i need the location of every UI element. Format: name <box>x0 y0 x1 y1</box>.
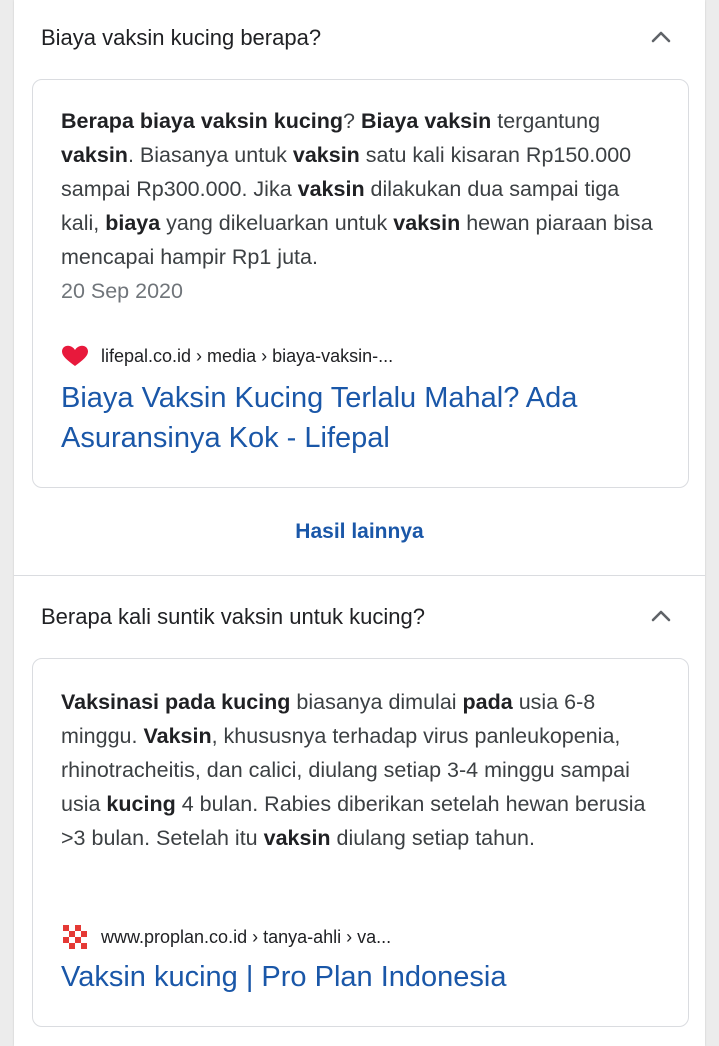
answer-text-run: yang dikeluarkan untuk <box>160 211 394 235</box>
section-divider <box>14 575 705 576</box>
answer-text-run: vaksin <box>61 143 128 167</box>
faq-answer-card-1: Berapa biaya vaksin kucing? Biaya vaksin… <box>32 79 689 488</box>
checkered-logo-icon <box>61 925 89 949</box>
answer-text-run: vaksin <box>292 143 360 167</box>
chevron-up-icon[interactable] <box>650 607 672 623</box>
faq-question-1[interactable]: Biaya vaksin kucing berapa? <box>14 8 705 68</box>
answer-text-run: Vaksin <box>143 724 212 748</box>
faq-question-1-text: Biaya vaksin kucing berapa? <box>41 25 322 50</box>
faq-answer-1-body: Berapa biaya vaksin kucing? Biaya vaksin… <box>61 109 653 269</box>
answer-text-run: vaksin <box>263 826 331 850</box>
answer-text-run: Vaksinasi pada kucing <box>61 690 291 714</box>
faq-source-2-breadcrumb: www.proplan.co.id › tanya-ahli › va... <box>101 926 392 947</box>
answer-text-run: pada <box>462 690 513 714</box>
faq-source-1[interactable]: lifepal.co.id › media › biaya-vaksin-... <box>61 344 393 368</box>
faq-question-2[interactable]: Berapa kali suntik vaksin untuk kucing? <box>14 587 705 647</box>
search-results-page: Biaya vaksin kucing berapa? Berapa biaya… <box>14 0 705 1046</box>
chevron-up-icon[interactable] <box>650 28 672 44</box>
answer-text-run: vaksin <box>393 211 461 235</box>
faq-result-2-link[interactable]: Vaksin kucing | Pro Plan Indonesia <box>61 957 661 997</box>
faq-answer-1: Berapa biaya vaksin kucing? Biaya vaksin… <box>61 104 661 308</box>
faq-source-1-breadcrumb: lifepal.co.id › media › biaya-vaksin-... <box>101 345 394 366</box>
faq-answer-1-date: 20 Sep 2020 <box>61 279 183 303</box>
answer-text-run: diulang setiap tahun. <box>330 826 535 850</box>
answer-text-run: . Biasanya untuk <box>127 143 293 167</box>
answer-text-run: vaksin <box>297 177 365 201</box>
answer-text-run: Berapa biaya vaksin kucing <box>61 109 344 133</box>
answer-text-run: biasanya dimulai <box>290 690 463 714</box>
answer-text-run: biaya <box>105 211 161 235</box>
answer-text-run: tergantung <box>491 109 601 133</box>
faq-question-2-text: Berapa kali suntik vaksin untuk kucing? <box>41 604 425 629</box>
faq-answer-2-body: Vaksinasi pada kucing biasanya dimulai p… <box>61 690 645 850</box>
faq-answer-2: Vaksinasi pada kucing biasanya dimulai p… <box>61 685 661 855</box>
more-results-button[interactable]: Hasil lainnya <box>14 512 705 552</box>
faq-source-2[interactable]: www.proplan.co.id › tanya-ahli › va... <box>61 925 391 949</box>
answer-text-run: kucing <box>106 792 176 816</box>
answer-text-run: ? <box>343 109 361 133</box>
faq-answer-card-2: Vaksinasi pada kucing biasanya dimulai p… <box>32 658 689 1027</box>
answer-text-run: Biaya vaksin <box>360 109 492 133</box>
heart-icon <box>61 344 89 368</box>
faq-result-1-link[interactable]: Biaya Vaksin Kucing Terlalu Mahal? Ada A… <box>61 378 661 458</box>
